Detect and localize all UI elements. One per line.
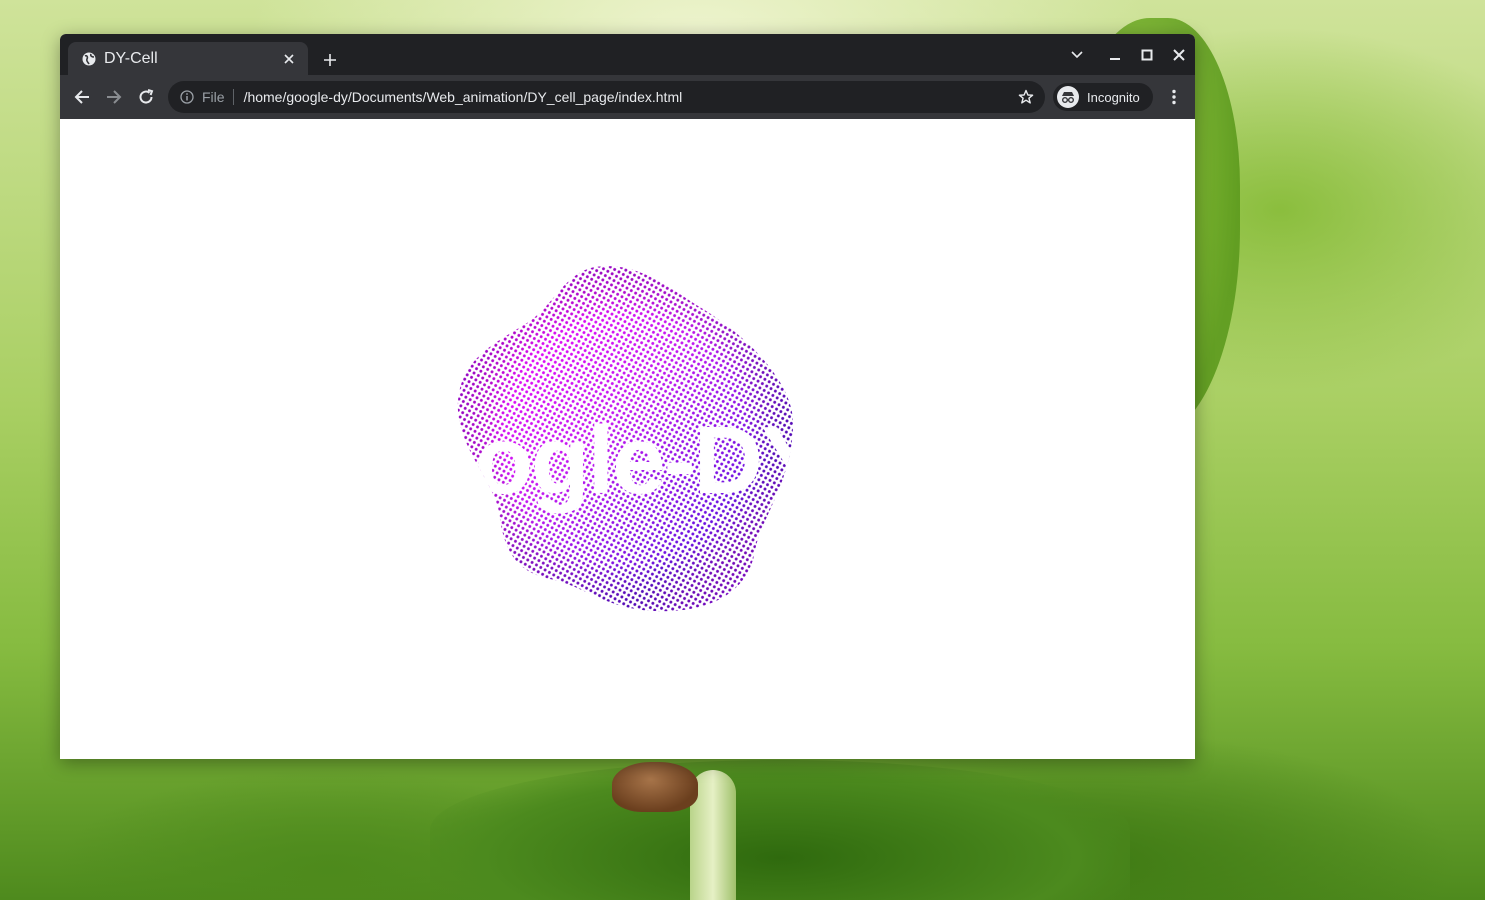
wallpaper-seed-cap <box>612 762 698 812</box>
close-tab-icon[interactable] <box>280 50 298 68</box>
incognito-icon <box>1057 86 1079 108</box>
bookmark-star-icon[interactable] <box>1017 88 1035 106</box>
wallpaper-moss <box>430 760 1130 900</box>
info-icon[interactable] <box>180 90 194 104</box>
address-scheme-label: File <box>202 89 234 105</box>
kebab-menu-icon[interactable] <box>1162 85 1186 109</box>
tab-search-chevron-icon[interactable] <box>1065 44 1089 66</box>
browser-window: DY-Cell File /home/google-dy/Documents/W… <box>60 34 1195 759</box>
address-url[interactable]: /home/google-dy/Documents/Web_animation/… <box>244 89 1017 105</box>
maximize-icon[interactable] <box>1135 44 1159 66</box>
forward-icon[interactable] <box>102 85 126 109</box>
reload-icon[interactable] <box>134 85 158 109</box>
profile-label: Incognito <box>1087 89 1140 105</box>
globe-icon <box>82 52 96 66</box>
close-window-icon[interactable] <box>1167 44 1191 66</box>
back-icon[interactable] <box>70 85 94 109</box>
tab-strip: DY-Cell <box>60 34 1195 75</box>
cell-overlay-text: Google-DY <box>474 407 795 514</box>
tab-title: DY-Cell <box>104 49 158 67</box>
toolbar: File /home/google-dy/Documents/Web_anima… <box>60 75 1195 119</box>
minimize-icon[interactable] <box>1103 44 1127 66</box>
new-tab-button[interactable] <box>318 48 342 72</box>
address-bar[interactable]: File /home/google-dy/Documents/Web_anima… <box>168 81 1045 113</box>
page-content: Google-DY <box>60 119 1195 759</box>
tab-dy-cell[interactable]: DY-Cell <box>68 42 308 75</box>
incognito-profile-chip[interactable]: Incognito <box>1053 83 1153 111</box>
